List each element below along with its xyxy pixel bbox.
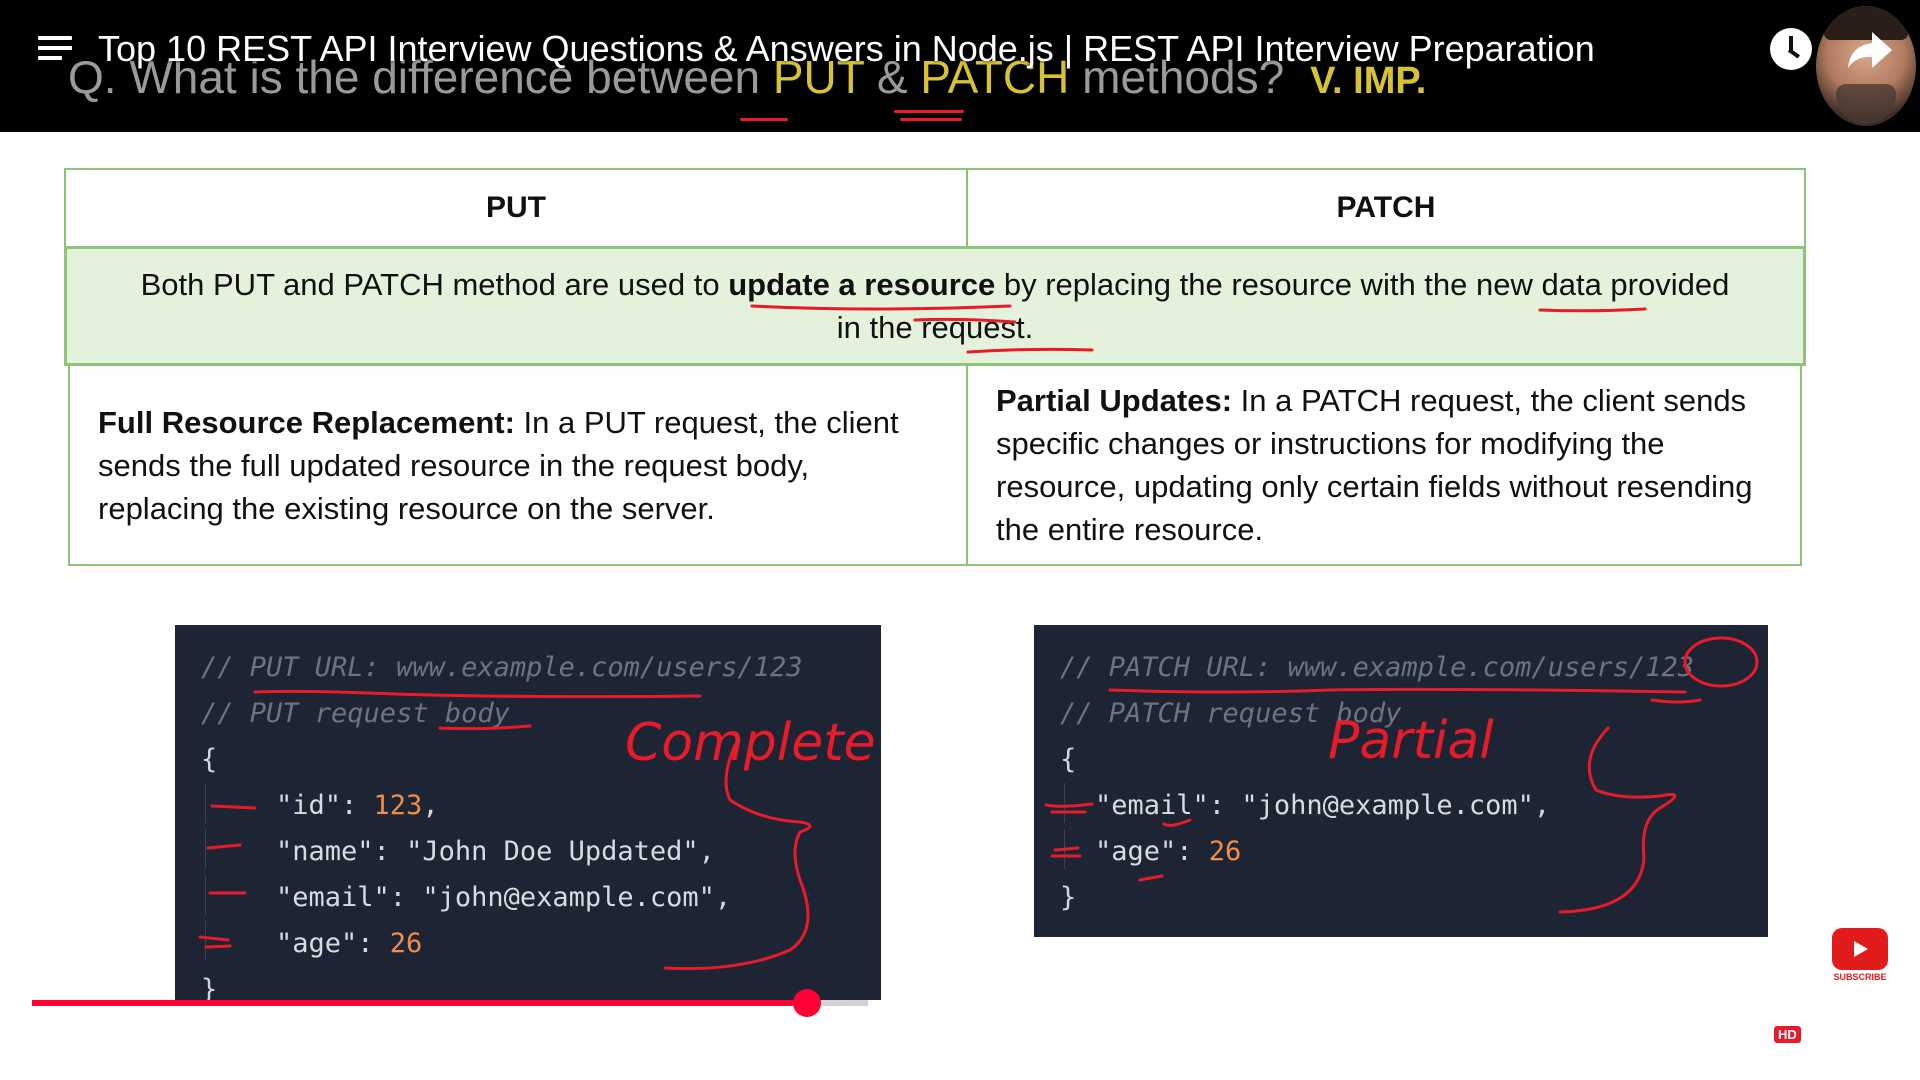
common-description: Both PUT and PATCH method are used to up…: [64, 246, 1806, 366]
svg-text:CC: CC: [1695, 1039, 1713, 1053]
code-key: "age": [276, 928, 358, 959]
patch-code-close-brace: }: [1060, 882, 1077, 913]
duration: 27:08: [443, 1022, 514, 1053]
code-key: "email": [1095, 790, 1209, 821]
video-player[interactable]: PUT PATCH Both PUT and PATCH method are …: [0, 0, 1920, 1080]
common-text-pre: Both PUT and PATCH method are used to: [140, 267, 729, 302]
common-text-bold: update a resource: [728, 267, 996, 302]
put-description: Full Resource Replacement: In a PUT requ…: [68, 364, 968, 566]
slide-content: PUT PATCH Both PUT and PATCH method are …: [0, 132, 1920, 1080]
chapter-label[interactable]: • Top 4 HTTP methods ›: [522, 1022, 820, 1053]
column-header-put: PUT: [64, 168, 968, 248]
code-value: "John Doe Updated": [406, 836, 699, 867]
captions-icon[interactable]: CC: [1686, 1020, 1722, 1070]
put-code-comment-body: // PUT request body: [201, 698, 510, 729]
code-value: "john@example.com": [1241, 790, 1534, 821]
put-title: Full Resource Replacement:: [98, 404, 515, 440]
put-code-comment-url: // PUT URL: www.example.com/users/123: [201, 652, 803, 683]
next-icon[interactable]: [212, 1020, 252, 1070]
patch-description: Partial Updates: In a PATCH request, the…: [966, 364, 1802, 566]
put-code-open-brace: {: [201, 744, 218, 775]
menu-icon[interactable]: [38, 36, 72, 64]
player-controls: CC: [0, 1014, 1920, 1080]
previous-icon[interactable]: [56, 1020, 96, 1070]
code-key: "name": [276, 836, 374, 867]
column-header-patch: PATCH: [966, 168, 1806, 248]
time-separator: /: [428, 1022, 436, 1053]
subscribe-label: SUBSCRIBE: [1833, 972, 1887, 982]
played-bar: [32, 1000, 807, 1006]
top-bar: Q. What is the difference between PUT & …: [0, 0, 1920, 132]
pause-icon[interactable]: [134, 1020, 174, 1070]
subscribe-icon[interactable]: SUBSCRIBE: [1832, 928, 1888, 984]
clock-icon[interactable]: [1770, 28, 1812, 70]
ink-underline-put: [740, 118, 788, 121]
patch-code-comment-body: // PATCH request body: [1060, 698, 1402, 729]
code-value: 123: [373, 790, 423, 821]
video-title[interactable]: Top 10 REST API Interview Questions & An…: [98, 28, 1595, 70]
hd-badge: HD: [1774, 1026, 1801, 1043]
code-key: "id": [276, 790, 342, 821]
patch-title: Partial Updates:: [996, 383, 1233, 418]
comparison-table: PUT PATCH Both PUT and PATCH method are …: [64, 168, 1806, 572]
code-key: "email": [276, 882, 390, 913]
ink-underline-patch: [894, 110, 964, 113]
code-value: 26: [389, 928, 423, 959]
scrubber-handle[interactable]: [793, 989, 821, 1017]
exit-fullscreen-icon[interactable]: [1830, 1020, 1870, 1070]
progress-bar[interactable]: [32, 989, 1888, 1017]
chevron-down-icon[interactable]: [948, 1020, 974, 1070]
put-code-close-brace: }: [201, 974, 218, 1005]
code-value: "john@example.com": [422, 882, 715, 913]
put-code-block: // PUT URL: www.example.com/users/123 //…: [175, 625, 881, 1005]
patch-code-open-brace: {: [1060, 744, 1077, 775]
volume-icon[interactable]: [286, 1020, 326, 1070]
code-value: 26: [1208, 836, 1242, 867]
patch-code-block: // PATCH URL: www.example.com/users/123 …: [1034, 625, 1768, 937]
code-key: "age": [1095, 836, 1177, 867]
patch-code-comment-url: // PATCH URL: www.example.com/users/123: [1060, 652, 1694, 683]
current-time: 11:20: [352, 1022, 420, 1053]
share-icon[interactable]: [1842, 22, 1898, 78]
time-display: 11:20 /27:08 • Top 4 HTTP methods ›: [352, 1022, 820, 1054]
